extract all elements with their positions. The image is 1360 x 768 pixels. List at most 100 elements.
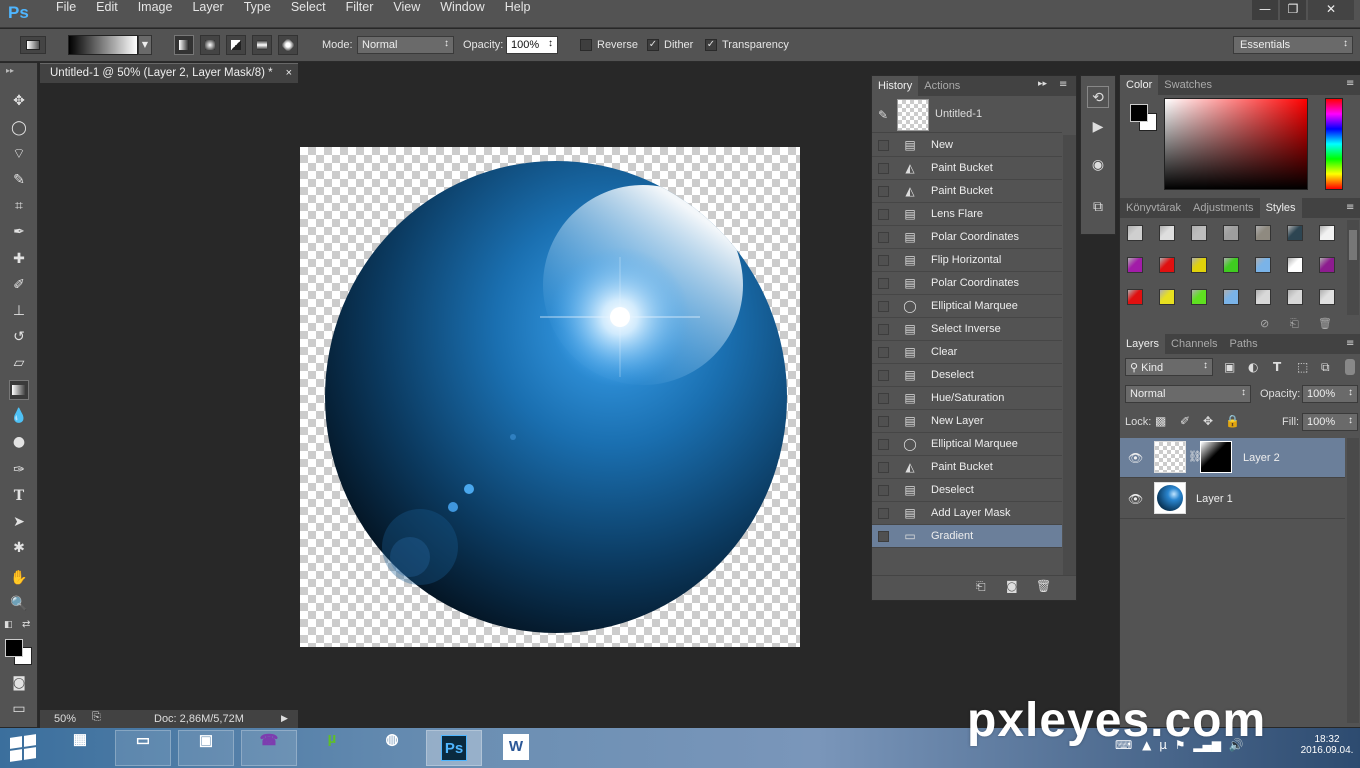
tab-paths[interactable]: Paths: [1224, 334, 1264, 354]
history-dock-icon[interactable]: ⟲: [1087, 86, 1109, 108]
move-tool-icon[interactable]: ✥: [9, 91, 29, 111]
history-source-checkbox[interactable]: [878, 255, 889, 266]
history-item[interactable]: ▤ Polar Coordinates: [872, 226, 1062, 249]
opacity-field[interactable]: 100%: [506, 36, 558, 54]
layer-row-layer-1[interactable]: 👁 Layer 1: [1120, 479, 1345, 519]
color-panel-menu-icon[interactable]: ≡: [1346, 78, 1354, 89]
trash-icon[interactable]: 🗑: [1036, 579, 1051, 593]
tools-collapse-icon[interactable]: ▸▸: [6, 66, 14, 75]
reverse-checkbox[interactable]: [580, 39, 592, 51]
path-selection-tool-icon[interactable]: ➤: [9, 512, 29, 532]
character-dock-icon[interactable]: ⧉: [1087, 196, 1109, 218]
clone-stamp-tool-icon[interactable]: ⊥: [9, 301, 29, 321]
windows-start-icon[interactable]: [10, 734, 36, 762]
visibility-eye-icon[interactable]: 👁: [1128, 492, 1143, 506]
lock-transparent-icon[interactable]: ▩: [1155, 414, 1166, 428]
zoom-tool-icon[interactable]: 🔍: [9, 594, 29, 614]
angle-gradient-button[interactable]: [226, 35, 246, 55]
gradient-tool-icon[interactable]: [9, 380, 29, 400]
crop-tool-icon[interactable]: ⌗: [9, 196, 29, 216]
tab-libraries[interactable]: Könyvtárak: [1120, 198, 1187, 218]
history-source-checkbox[interactable]: [878, 439, 889, 450]
menu-file[interactable]: File: [46, 0, 86, 28]
gradient-preview[interactable]: [68, 35, 138, 55]
panel-menu-icon[interactable]: ≡: [1059, 79, 1067, 90]
tool-preset-picker[interactable]: [20, 36, 46, 54]
hue-slider[interactable]: [1325, 98, 1343, 190]
export-icon[interactable]: ⎘: [92, 711, 101, 724]
notepad-app-icon[interactable]: ▭: [115, 730, 171, 766]
calculator-app-icon[interactable]: ▦: [52, 730, 108, 766]
photoshop-app-icon[interactable]: Ps: [426, 730, 482, 766]
history-item[interactable]: ◭ Paint Bucket: [872, 456, 1062, 479]
dither-checkbox[interactable]: ✓: [647, 39, 659, 51]
style-swatch[interactable]: [1223, 257, 1239, 273]
layer-row-layer-2[interactable]: 👁 ⛓ Layer 2: [1120, 438, 1345, 478]
new-document-from-state-icon[interactable]: ⎗: [976, 579, 986, 594]
blend-mode-select[interactable]: Normal: [1125, 385, 1251, 403]
lock-pixels-icon[interactable]: ✐: [1180, 414, 1190, 428]
history-item[interactable]: ▤ Lens Flare: [872, 203, 1062, 226]
tab-actions[interactable]: Actions: [918, 76, 966, 96]
style-swatch[interactable]: [1255, 289, 1271, 305]
history-item[interactable]: ▤ Flip Horizontal: [872, 249, 1062, 272]
layer-filter-select[interactable]: ⚲ Kind: [1125, 358, 1213, 376]
layers-panel-menu-icon[interactable]: ≡: [1346, 338, 1354, 349]
menu-select[interactable]: Select: [281, 0, 336, 28]
layer-opacity-field[interactable]: 100%: [1302, 385, 1358, 403]
filter-shape-icon[interactable]: ⬚: [1297, 360, 1308, 374]
menu-type[interactable]: Type: [234, 0, 281, 28]
lock-all-icon[interactable]: 🔒: [1225, 414, 1240, 428]
document-tab[interactable]: Untitled-1 @ 50% (Layer 2, Layer Mask/8)…: [40, 63, 298, 83]
custom-shape-tool-icon[interactable]: ✱: [9, 538, 29, 558]
word-app-icon[interactable]: W: [488, 730, 544, 766]
style-swatch[interactable]: [1127, 257, 1143, 273]
chrome-app-icon[interactable]: ◍: [364, 730, 420, 766]
tab-layers[interactable]: Layers: [1120, 334, 1166, 354]
filter-adjustment-icon[interactable]: ◐: [1248, 360, 1258, 374]
style-swatch[interactable]: [1127, 289, 1143, 305]
style-swatch[interactable]: [1223, 289, 1239, 305]
status-menu-arrow-icon[interactable]: ▶: [281, 713, 288, 724]
style-swatch[interactable]: [1223, 225, 1239, 241]
layers-scrollbar[interactable]: [1347, 438, 1359, 723]
foreground-color-swatch[interactable]: [5, 639, 23, 657]
fill-field[interactable]: 100%: [1302, 413, 1358, 431]
style-swatch[interactable]: [1191, 289, 1207, 305]
close-window-button[interactable]: ✕: [1308, 0, 1354, 20]
history-source-checkbox[interactable]: [878, 324, 889, 335]
clear-style-icon[interactable]: ⊘: [1260, 317, 1269, 330]
eraser-tool-icon[interactable]: ▱: [9, 353, 29, 373]
style-swatch[interactable]: [1159, 225, 1175, 241]
quick-selection-tool-icon[interactable]: ✎: [9, 170, 29, 190]
healing-brush-tool-icon[interactable]: ✚: [9, 249, 29, 269]
history-item[interactable]: ◯ Elliptical Marquee: [872, 433, 1062, 456]
history-item[interactable]: ▤ Deselect: [872, 479, 1062, 502]
utorrent-app-icon[interactable]: µ: [304, 730, 360, 766]
history-item[interactable]: ▤ New: [872, 134, 1062, 157]
history-source-checkbox[interactable]: [878, 163, 889, 174]
history-source-checkbox[interactable]: [878, 370, 889, 381]
menu-image[interactable]: Image: [128, 0, 183, 28]
screen-mode-icon[interactable]: ▭: [9, 699, 29, 719]
mode-select[interactable]: Normal: [357, 36, 454, 54]
brush-tool-icon[interactable]: ✐: [9, 275, 29, 295]
visibility-eye-icon[interactable]: 👁: [1128, 451, 1143, 465]
styles-scrollbar[interactable]: [1347, 220, 1359, 315]
clock[interactable]: 18:32 2016.09.04.: [1298, 734, 1356, 756]
workspace-select[interactable]: Essentials: [1233, 36, 1353, 54]
history-source-checkbox[interactable]: [878, 416, 889, 427]
history-source-checkbox[interactable]: [878, 462, 889, 473]
minimize-button[interactable]: —: [1252, 0, 1278, 20]
file-explorer-app-icon[interactable]: ▣: [178, 730, 234, 766]
menu-filter[interactable]: Filter: [336, 0, 384, 28]
diamond-gradient-button[interactable]: [278, 35, 298, 55]
tab-styles[interactable]: Styles: [1259, 198, 1302, 218]
hand-tool-icon[interactable]: ✋: [9, 568, 29, 588]
style-swatch[interactable]: [1159, 257, 1175, 273]
actions-dock-icon[interactable]: ▶: [1087, 116, 1109, 138]
close-document-icon[interactable]: ×: [286, 67, 292, 79]
restore-button[interactable]: ❐: [1280, 0, 1306, 20]
transparency-checkbox[interactable]: ✓: [705, 39, 717, 51]
menu-window[interactable]: Window: [430, 0, 494, 28]
